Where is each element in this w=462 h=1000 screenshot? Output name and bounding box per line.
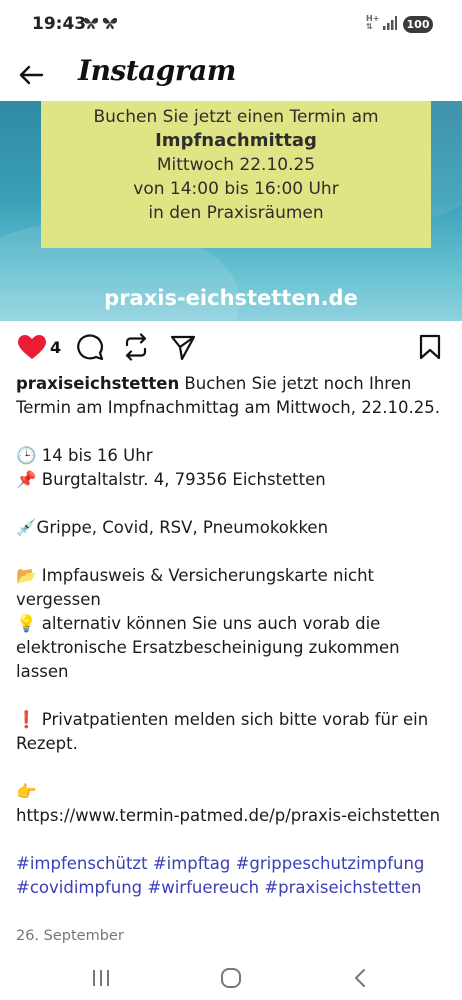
caption-address-line: 📌 Burgtaltalstr. 4, 79356 Eichstetten: [16, 468, 452, 492]
hashtag-link[interactable]: #praxiseichstetten: [264, 878, 421, 897]
image-text-location: in den Praxisräumen: [148, 203, 324, 223]
repost-icon: [125, 333, 147, 361]
image-text-title: Impfnachmittag: [155, 130, 317, 151]
syringe-icon: 💉: [16, 518, 37, 537]
home-icon: [221, 968, 241, 988]
caption-bulb-line: 💡 alternativ können Sie uns auch vorab d…: [16, 612, 452, 684]
post-date: 26. September: [16, 928, 124, 944]
caption-vaccine-text: Grippe, Covid, RSV, Pneumokokken: [36, 518, 329, 537]
signal-icon: [383, 15, 397, 30]
network-type: H+ ⇅: [366, 15, 379, 31]
network-arrows: ⇅: [366, 22, 373, 31]
post-caption: praxiseichstetten Buchen Sie jetzt noch …: [16, 372, 452, 900]
caption-private-text: Privatpatienten melden sich bitte vorab …: [16, 710, 429, 753]
hashtag-link[interactable]: #covidimpfung: [16, 878, 142, 897]
back-arrow-icon: [19, 65, 44, 85]
share-icon: [170, 335, 196, 361]
post-actions: 4: [0, 330, 462, 366]
caption-folder-line: 📂 Impfausweis & Versicherungskarte nicht…: [16, 564, 452, 612]
hashtag-link[interactable]: #impfenschützt: [16, 854, 148, 873]
back-icon: [355, 969, 365, 987]
post-image[interactable]: Buchen Sie jetzt einen Termin am Impfnac…: [0, 101, 462, 321]
app-header: Instagram: [0, 50, 462, 100]
butterfly-icon: [83, 16, 99, 34]
status-time: 19:43: [32, 14, 87, 34]
recent-apps-button[interactable]: [86, 963, 116, 993]
caption-address-text: Burgtaltalstr. 4, 79356 Eichstetten: [36, 470, 326, 489]
caption-link[interactable]: https://www.termin-patmed.de/p/praxis-ei…: [16, 804, 452, 828]
caption-hashtags: #impfenschützt #impftag #grippeschutzimp…: [16, 852, 452, 900]
hashtag-link[interactable]: #wirfuereuch: [147, 878, 259, 897]
butterfly-icon: [102, 16, 118, 34]
battery-icon: 100: [403, 16, 433, 33]
caption-time-text: 14 bis 16 Uhr: [36, 446, 153, 465]
exclamation-icon: ❗: [16, 710, 37, 729]
image-text-line: Buchen Sie jetzt einen Termin am: [93, 107, 379, 127]
image-text-time: von 14:00 bis 16:00 Uhr: [133, 179, 339, 199]
hashtag-link[interactable]: #grippeschutzimpfung: [236, 854, 425, 873]
pin-icon: 📌: [16, 470, 37, 489]
recent-apps-icon: [93, 970, 109, 986]
hashtag-link[interactable]: #impftag: [153, 854, 231, 873]
caption-bulb-text: alternativ können Sie uns auch vorab die…: [16, 614, 400, 681]
bookmark-icon: [419, 334, 441, 360]
caption-username[interactable]: praxiseichstetten: [16, 374, 179, 393]
event-info-box: Buchen Sie jetzt einen Termin am Impfnac…: [41, 101, 431, 248]
caption-vaccine-line: 💉Grippe, Covid, RSV, Pneumokokken: [16, 516, 452, 540]
nav-back-button[interactable]: [345, 963, 375, 993]
heart-icon: [18, 334, 46, 359]
like-button[interactable]: [17, 332, 47, 362]
app-title: Instagram: [78, 54, 236, 87]
image-website: praxis-eichstetten.de: [104, 286, 358, 310]
pointing-hand-icon: 👉: [16, 782, 37, 801]
caption-point-line: 👉: [16, 780, 452, 804]
caption-folder-text: Impfausweis & Versicherungskarte nicht v…: [16, 566, 374, 609]
image-text-date: Mittwoch 22.10.25: [156, 155, 316, 175]
bookmark-button[interactable]: [415, 332, 445, 362]
like-count[interactable]: 4: [50, 338, 61, 357]
home-button[interactable]: [216, 963, 246, 993]
status-bar: 19:43 H+ ⇅ 100: [0, 0, 462, 50]
share-button[interactable]: [168, 332, 198, 362]
comment-icon: [77, 334, 104, 361]
caption-intro: praxiseichstetten Buchen Sie jetzt noch …: [16, 372, 452, 420]
back-button[interactable]: [16, 60, 46, 90]
caption-private-line: ❗ Privatpatienten melden sich bitte vora…: [16, 708, 452, 756]
caption-time-line: 🕒 14 bis 16 Uhr: [16, 444, 452, 468]
comment-button[interactable]: [75, 332, 105, 362]
repost-button[interactable]: [121, 332, 151, 362]
system-nav-bar: [0, 955, 462, 1000]
lightbulb-icon: 💡: [16, 614, 37, 633]
folder-icon: 📂: [16, 566, 37, 585]
clock-icon: 🕒: [16, 446, 37, 465]
